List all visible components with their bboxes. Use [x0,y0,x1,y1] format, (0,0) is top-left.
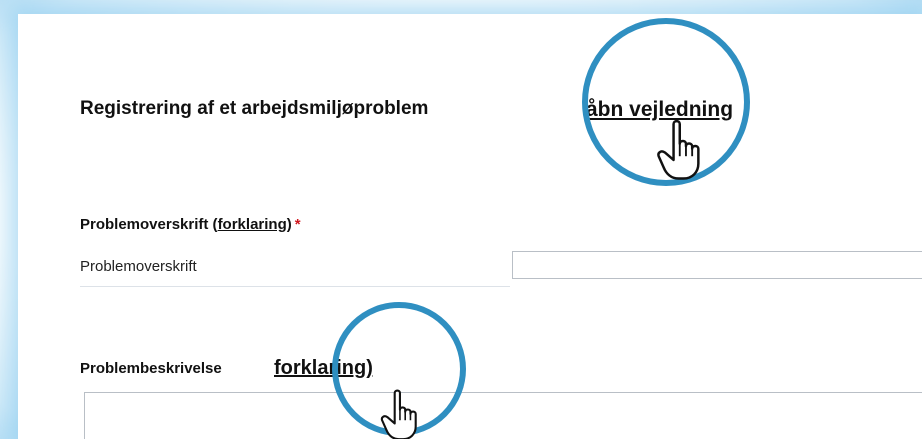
headline-field-label: Problemoverskrift (forklaring) * [80,216,301,233]
row-divider [80,286,510,287]
headline-input[interactable] [512,251,922,279]
hand-pointer-icon [657,119,700,180]
title-overlap-mask [540,94,588,124]
headline-label-text: Problemoverskrift [80,216,209,233]
form-panel: Registrering af et arbejdsmiljøproblem å… [18,14,922,439]
headline-row-label: Problemoverskrift [80,258,197,275]
page-title: Registrering af et arbejdsmiljøproblem [80,98,429,119]
hand-pointer-icon [380,389,417,439]
required-marker: * [294,216,301,233]
description-field-label: Problembeskrivelse [80,360,222,377]
description-textarea[interactable] [84,392,922,439]
headline-explain-open: ( [208,216,218,233]
headline-explain-close: ) [286,216,292,233]
headline-explain-link[interactable]: forklaring [218,216,287,233]
description-explain-link[interactable]: forklaring) [274,357,373,380]
form-content: Registrering af et arbejdsmiljøproblem å… [80,14,922,439]
